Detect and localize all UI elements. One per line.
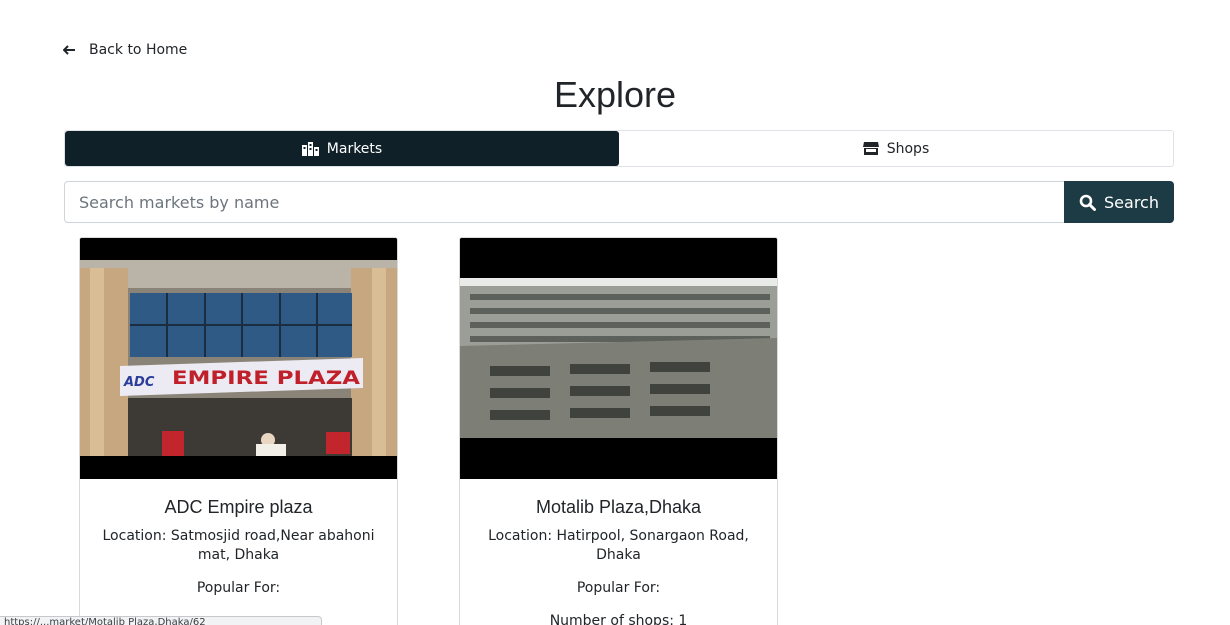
explore-page: Back to Home Explore Markets Shops Searc… bbox=[0, 0, 1230, 625]
search-button[interactable]: Search bbox=[1064, 181, 1174, 223]
search-icon bbox=[1079, 194, 1097, 211]
tab-markets-label: Markets bbox=[326, 140, 383, 157]
explore-tabs: Markets Shops bbox=[64, 130, 1174, 167]
market-card[interactable]: Motalib Plaza,Dhaka Location: Hatirpool,… bbox=[459, 237, 778, 625]
market-popular-for: Popular For: bbox=[196, 580, 281, 596]
back-to-home-link[interactable]: Back to Home bbox=[63, 40, 187, 60]
search-button-label: Search bbox=[1104, 192, 1159, 212]
back-to-home-label: Back to Home bbox=[89, 42, 188, 58]
svg-text:ADC: ADC bbox=[123, 375, 155, 390]
city-icon bbox=[301, 141, 319, 156]
svg-text:EMPIRE PLAZA: EMPIRE PLAZA bbox=[172, 367, 360, 389]
market-card[interactable]: ADC EMPIRE PLAZA ADC Empire plaza Locati… bbox=[79, 237, 398, 625]
market-name[interactable]: Motalib Plaza,Dhaka bbox=[476, 497, 761, 518]
market-card-body: Motalib Plaza,Dhaka Location: Hatirpool,… bbox=[460, 479, 777, 625]
market-location: Location: Satmosjid road,Near abahoni ma… bbox=[102, 528, 375, 563]
search-input[interactable] bbox=[64, 181, 1064, 223]
market-shops-count: Number of shops: 1 bbox=[549, 613, 688, 625]
arrow-left-icon bbox=[63, 45, 75, 55]
market-image: ADC EMPIRE PLAZA bbox=[80, 238, 397, 479]
motalib-plaza-photo bbox=[460, 238, 777, 479]
market-card-body: ADC Empire plaza Location: Satmosjid roa… bbox=[80, 479, 397, 598]
market-name[interactable]: ADC Empire plaza bbox=[96, 497, 381, 518]
market-location: Location: Hatirpool, Sonargaon Road, Dha… bbox=[488, 528, 749, 563]
market-popular-for: Popular For: bbox=[576, 580, 661, 596]
store-icon bbox=[862, 142, 879, 155]
tab-markets[interactable]: Markets bbox=[65, 131, 619, 166]
market-image bbox=[460, 238, 777, 479]
tab-shops-label: Shops bbox=[886, 140, 930, 157]
page-title: Explore bbox=[553, 74, 677, 115]
search-bar: Search bbox=[64, 181, 1174, 223]
empire-plaza-photo: ADC EMPIRE PLAZA bbox=[80, 238, 397, 479]
tab-shops[interactable]: Shops bbox=[619, 131, 1173, 166]
link-preview-status-bar: https://...market/Motalib Plaza,Dhaka/62 bbox=[0, 616, 322, 625]
